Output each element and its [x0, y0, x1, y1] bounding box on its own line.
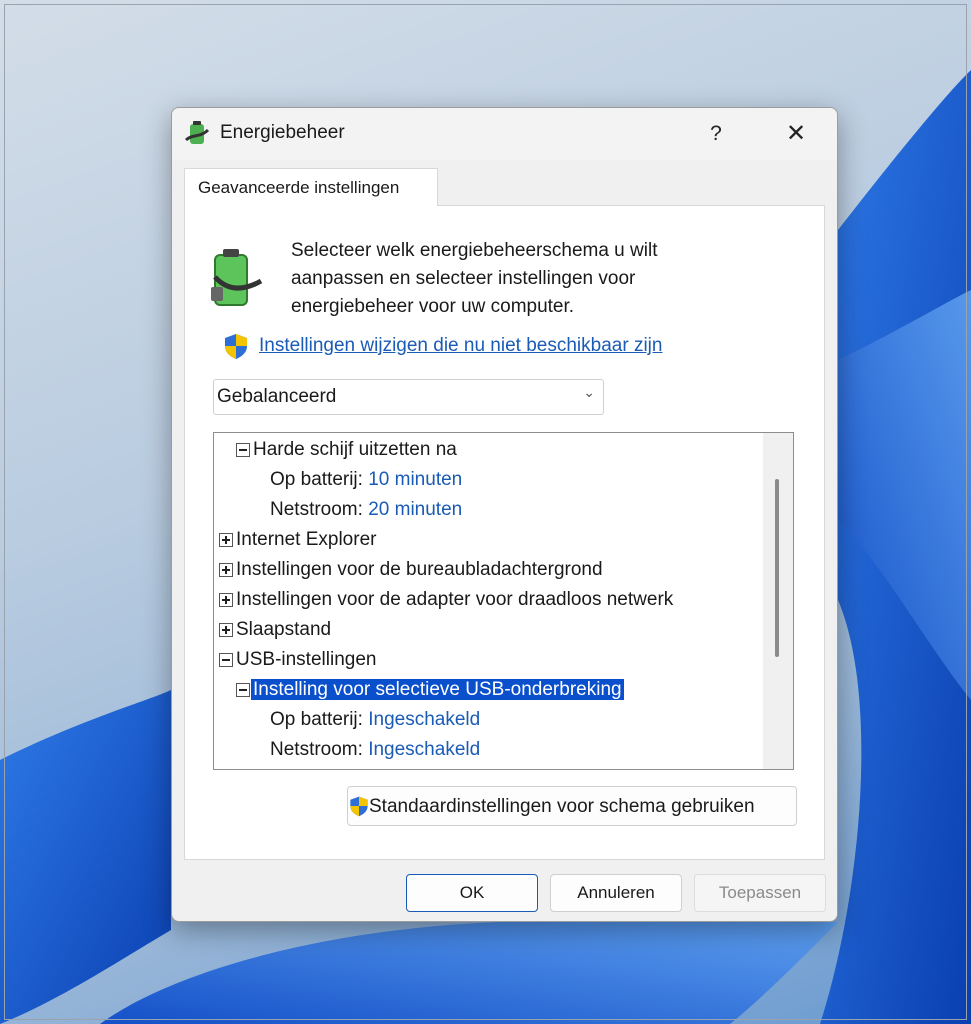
setting-value[interactable]: 20 minuten [368, 499, 462, 520]
tree-item-label: Harde schijf uitzetten na [253, 439, 457, 460]
tree-item-usb[interactable]: USB-instellingen [219, 646, 376, 674]
chevron-down-icon: ⌄ [583, 384, 595, 400]
tree-item-sleep[interactable]: Slaapstand [219, 616, 331, 644]
change-unavailable-settings-link[interactable]: Instellingen wijzigen die nu niet beschi… [259, 335, 662, 357]
tree-scrollbar[interactable] [763, 433, 793, 769]
battery-plug-icon [211, 249, 263, 306]
power-options-icon [184, 121, 210, 144]
expand-icon[interactable] [219, 563, 233, 577]
setting-value[interactable]: Ingeschakeld [368, 709, 480, 730]
collapse-icon[interactable] [236, 683, 250, 697]
power-plan-value: Gebalanceerd [217, 386, 337, 407]
expand-icon[interactable] [219, 593, 233, 607]
restore-defaults-button[interactable]: Standaardinstellingen voor schema gebrui… [347, 786, 797, 826]
intro-line-1: Selecteer welk energiebeheerschema u wil… [291, 240, 658, 261]
setting-value[interactable]: 10 minuten [368, 469, 462, 490]
intro-text: Selecteer welk energiebeheerschema u wil… [291, 237, 761, 321]
tree-item-hdd-ac[interactable]: Netstroom: 20 minuten [270, 496, 462, 524]
title-bar: Energiebeheer ? ✕ [172, 108, 837, 160]
tree-item-label: Instellingen voor de adapter voor draadl… [236, 589, 674, 610]
setting-value[interactable]: Ingeschakeld [368, 739, 480, 760]
tree-item-label-selected: Instelling voor selectieve USB-onderbrek… [251, 679, 624, 700]
intro-line-2: aanpassen en selecteer instellingen voor [291, 268, 636, 289]
tree-item-usb-ac[interactable]: Netstroom: Ingeschakeld [270, 736, 480, 764]
tree-item-desktop-background[interactable]: Instellingen voor de bureaubladachtergro… [219, 556, 603, 584]
tree-item-label: Instellingen voor de bureaubladachtergro… [236, 559, 603, 580]
setting-label: Netstroom: [270, 499, 363, 520]
tree-item-ie[interactable]: Internet Explorer [219, 526, 376, 554]
ok-button[interactable]: OK [406, 874, 538, 912]
advanced-settings-tree[interactable]: Harde schijf uitzetten na Op batterij: 1… [213, 432, 794, 770]
scrollbar-thumb[interactable] [775, 479, 779, 657]
setting-label: Netstroom: [270, 739, 363, 760]
expand-icon[interactable] [219, 623, 233, 637]
tree-item-label: Slaapstand [236, 619, 332, 640]
help-button[interactable]: ? [700, 118, 732, 150]
close-button[interactable]: ✕ [778, 116, 814, 152]
window-title: Energiebeheer [220, 122, 345, 143]
tree-item-label: USB-instellingen [236, 649, 377, 670]
tree-item-usb-suspend[interactable]: Instelling voor selectieve USB-onderbrek… [236, 676, 624, 704]
collapse-icon[interactable] [236, 443, 250, 457]
tree-item-hdd-battery[interactable]: Op batterij: 10 minuten [270, 466, 462, 494]
tree-item-usb-battery[interactable]: Op batterij: Ingeschakeld [270, 706, 480, 734]
power-options-dialog: Energiebeheer ? ✕ Geavanceerde instellin… [171, 107, 838, 922]
cancel-button[interactable]: Annuleren [550, 874, 682, 912]
uac-shield-icon [350, 796, 368, 817]
apply-button[interactable]: Toepassen [694, 874, 826, 912]
tree-item-wireless-adapter[interactable]: Instellingen voor de adapter voor draadl… [219, 586, 673, 614]
setting-label: Op batterij: [270, 469, 363, 490]
power-plan-select[interactable]: Gebalanceerd ⌄ [213, 379, 604, 415]
intro-line-3: energiebeheer voor uw computer. [291, 296, 575, 317]
uac-shield-icon [225, 334, 247, 359]
tree-item-hdd[interactable]: Harde schijf uitzetten na [236, 436, 457, 464]
collapse-icon[interactable] [219, 653, 233, 667]
setting-label: Op batterij: [270, 709, 363, 730]
tree-item-label: Internet Explorer [236, 529, 377, 550]
tab-advanced-settings[interactable]: Geavanceerde instellingen [184, 168, 438, 206]
expand-icon[interactable] [219, 533, 233, 547]
restore-defaults-label: Standaardinstellingen voor schema gebrui… [369, 796, 755, 817]
